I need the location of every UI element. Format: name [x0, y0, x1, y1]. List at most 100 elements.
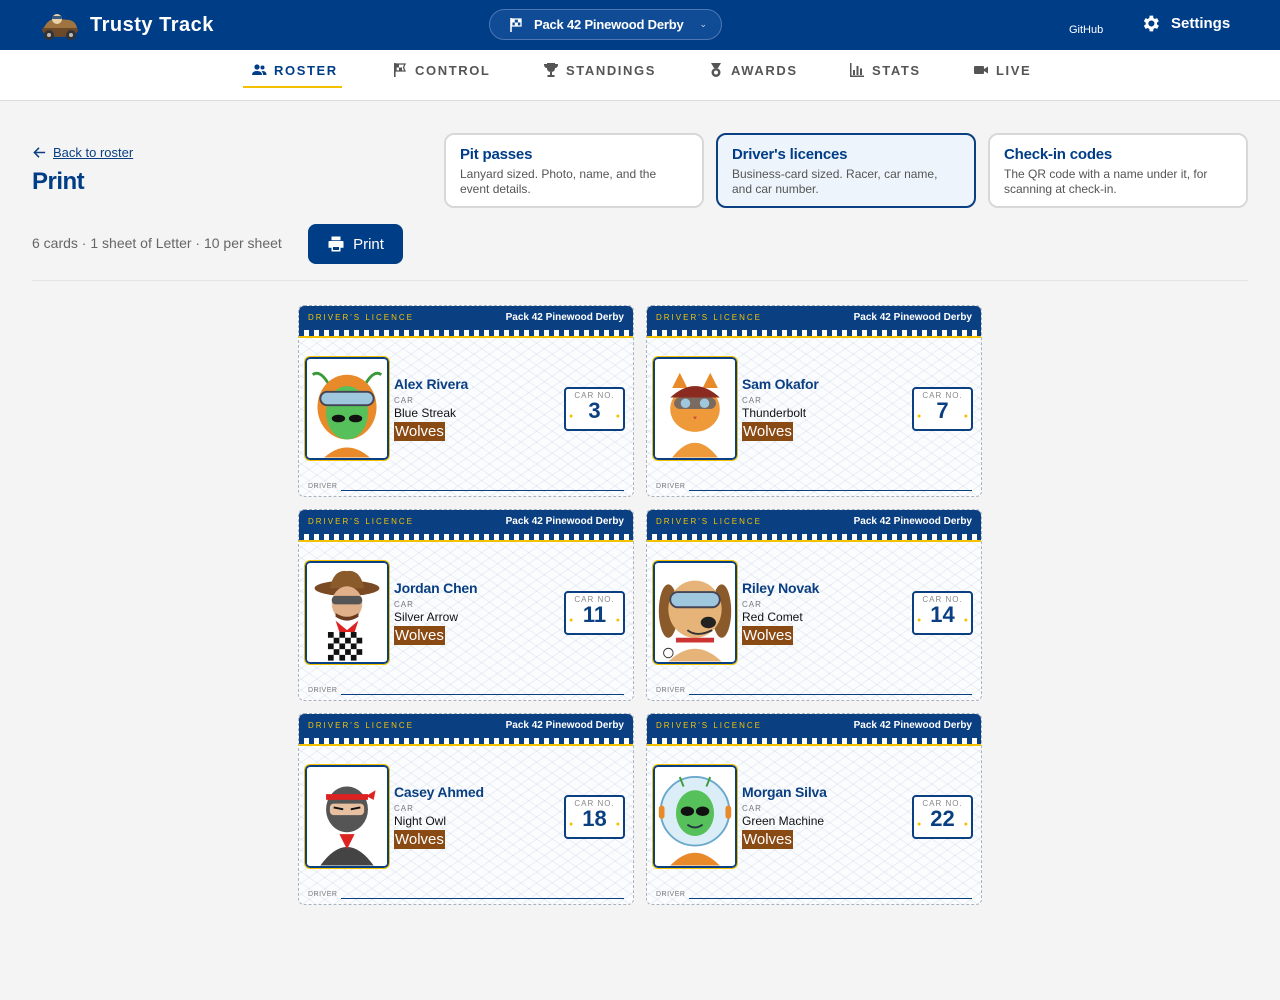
star-icon: ●: [917, 617, 922, 624]
racer-name: Sam Okafor: [742, 376, 819, 392]
star-icon: ●: [615, 821, 620, 828]
gold-rule: [299, 540, 633, 542]
car-number-box: CAR NO. 3 ● ●: [564, 387, 625, 431]
card-event-name: Pack 42 Pinewood Derby: [853, 516, 972, 527]
car-number: 3: [588, 398, 601, 423]
car-number: 11: [582, 602, 607, 627]
gold-rule: [299, 336, 633, 338]
driver-signature-label: DRIVER: [308, 687, 338, 694]
car-number: 7: [936, 398, 949, 423]
card-kind-label: DRIVER'S LICENCE: [308, 721, 414, 730]
card-kind-label: DRIVER'S LICENCE: [656, 517, 762, 526]
event-selector-label: Pack 42 Pinewood Derby: [534, 17, 684, 32]
gold-rule: [299, 744, 633, 746]
car-number: 22: [930, 806, 955, 831]
star-icon: ●: [569, 413, 574, 420]
card-kind-label: DRIVER'S LICENCE: [308, 313, 414, 322]
divider: [32, 280, 1248, 281]
star-icon: ●: [963, 413, 968, 420]
car-number: 14: [930, 602, 955, 627]
gear-icon: [1143, 15, 1159, 32]
drivers-licence-card: DRIVER'S LICENCE Pack 42 Pinewood Derby …: [646, 713, 982, 905]
main-tabs: ROSTER CONTROL STANDINGS AWARDS STATS LI…: [0, 50, 1280, 101]
flag-icon: [394, 63, 406, 77]
drivers-licence-card: DRIVER'S LICENCE Pack 42 Pinewood Derby …: [646, 305, 982, 497]
alien-helmet-avatar-icon: [307, 359, 387, 458]
tab-stats[interactable]: STATS: [849, 50, 921, 90]
racer-photo: [652, 764, 738, 869]
car-number-box: CAR NO. 11 ● ●: [564, 591, 625, 635]
card-kind-label: DRIVER'S LICENCE: [656, 313, 762, 322]
app-title: Trusty Track: [90, 13, 214, 36]
signature-line: [341, 490, 624, 491]
star-icon: ●: [963, 821, 968, 828]
racer-name: Riley Novak: [742, 580, 820, 596]
cowboy-racer-avatar-icon: [307, 563, 387, 662]
drivers-licence-card: DRIVER'S LICENCE Pack 42 Pinewood Derby …: [298, 305, 634, 497]
car-number-box: CAR NO. 18 ● ●: [564, 795, 625, 839]
car-name: Blue Streak: [394, 406, 457, 420]
racer-photo: [304, 764, 390, 869]
den-badge: Wolves: [742, 830, 793, 849]
racer-photo: [304, 560, 390, 665]
trophy-icon: [544, 63, 558, 77]
drivers-licence-card: DRIVER'S LICENCE Pack 42 Pinewood Derby …: [298, 509, 634, 701]
print-button[interactable]: Print: [308, 224, 403, 264]
tab-live[interactable]: LIVE: [973, 50, 1031, 90]
alien-astronaut-avatar-icon: [655, 767, 735, 866]
signature-line: [341, 694, 624, 695]
chevron-down-icon: ⌄: [699, 19, 708, 29]
car-name: Night Owl: [394, 814, 447, 828]
racer-photo: [304, 356, 390, 461]
car-label: CAR: [394, 396, 414, 405]
people-icon: [252, 64, 267, 75]
star-icon: ●: [963, 617, 968, 624]
tab-control[interactable]: CONTROL: [392, 50, 490, 90]
signature-line: [689, 694, 972, 695]
top-app-bar: Trusty Track Pack 42 Pinewood Derby ⌄ Gi…: [0, 0, 1280, 50]
star-icon: ●: [569, 821, 574, 828]
racer-name: Morgan Silva: [742, 784, 827, 800]
page-title: Print: [32, 168, 85, 195]
race-car-logo-icon: [42, 14, 78, 40]
card-event-name: Pack 42 Pinewood Derby: [505, 720, 624, 731]
star-icon: ●: [615, 413, 620, 420]
tab-standings[interactable]: STANDINGS: [543, 50, 656, 90]
drivers-licence-card: DRIVER'S LICENCE Pack 42 Pinewood Derby …: [646, 509, 982, 701]
car-name: Thunderbolt: [742, 406, 807, 420]
printer-icon: [328, 236, 344, 252]
car-label: CAR: [742, 600, 762, 609]
cat-helmet-avatar-icon: [655, 359, 735, 458]
print-summary: 6 cards · 1 sheet of Letter · 10 per she…: [32, 235, 282, 251]
card-event-name: Pack 42 Pinewood Derby: [853, 312, 972, 323]
den-badge: Wolves: [742, 422, 793, 441]
gold-rule: [647, 540, 981, 542]
github-link[interactable]: GitHub: [1069, 24, 1103, 36]
star-icon: ●: [569, 617, 574, 624]
active-tab-indicator: [243, 86, 342, 88]
signature-line: [689, 898, 972, 899]
print-option-drivers-licences[interactable]: Driver's licences Business-card sized. R…: [716, 133, 976, 208]
racer-name: Casey Ahmed: [394, 784, 484, 800]
print-option-pit-passes[interactable]: Pit passes Lanyard sized. Photo, name, a…: [444, 133, 704, 208]
driver-signature-label: DRIVER: [308, 483, 338, 490]
settings-button[interactable]: Settings: [1140, 13, 1230, 34]
brand[interactable]: Trusty Track: [40, 8, 214, 42]
tab-awards[interactable]: AWARDS: [708, 50, 798, 90]
driver-signature-label: DRIVER: [308, 891, 338, 898]
car-number-box: CAR NO. 22 ● ●: [912, 795, 973, 839]
car-label: CAR: [742, 804, 762, 813]
car-number-box: CAR NO. 7 ● ●: [912, 387, 973, 431]
event-selector[interactable]: Pack 42 Pinewood Derby ⌄: [489, 9, 722, 40]
tab-roster[interactable]: ROSTER: [251, 50, 338, 90]
back-to-roster-link[interactable]: Back to roster: [32, 145, 133, 160]
settings-label: Settings: [1171, 15, 1231, 32]
gold-rule: [647, 336, 981, 338]
driver-signature-label: DRIVER: [656, 891, 686, 898]
car-name: Silver Arrow: [394, 610, 459, 624]
signature-line: [689, 490, 972, 491]
print-option-check-in-codes[interactable]: Check-in codes The QR code with a name u…: [988, 133, 1248, 208]
racer-photo: [652, 560, 738, 665]
car-number: 18: [582, 806, 607, 831]
den-badge: Wolves: [394, 830, 445, 849]
